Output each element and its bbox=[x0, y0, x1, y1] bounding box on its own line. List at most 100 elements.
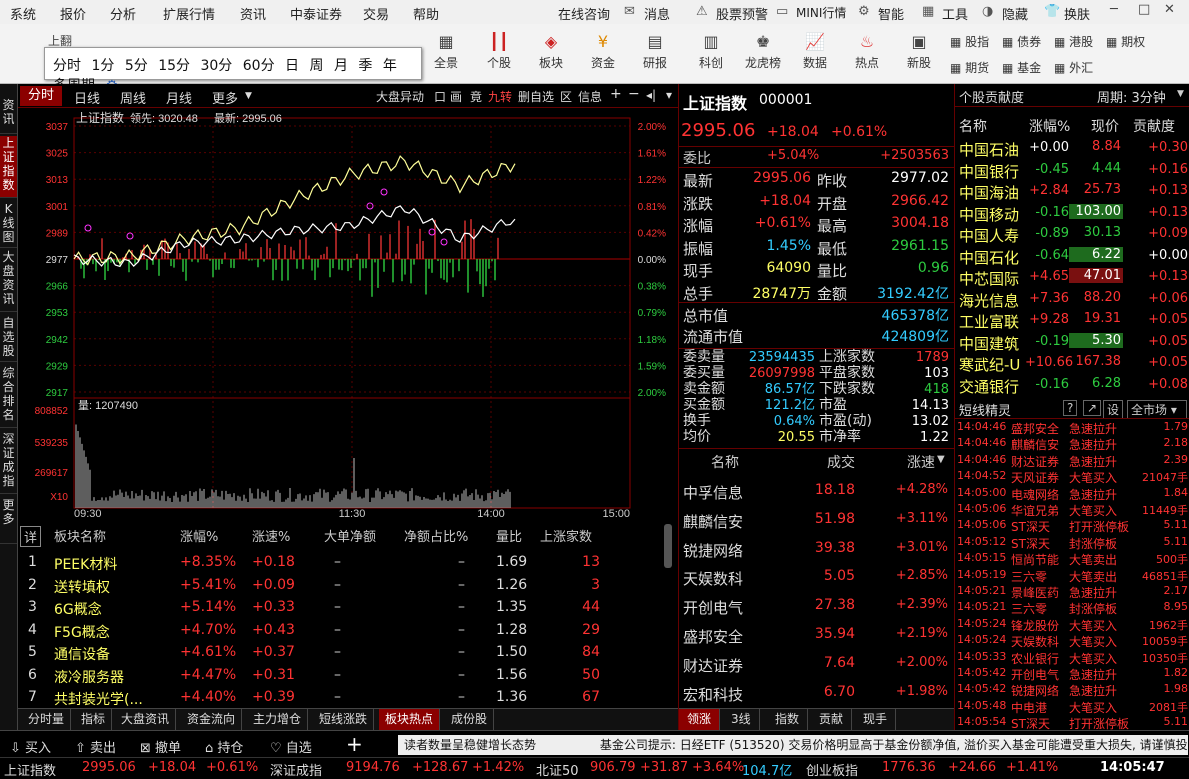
menu-system[interactable]: 系统 bbox=[10, 4, 36, 23]
period-quarter[interactable]: 季 bbox=[358, 58, 372, 74]
sector-row[interactable]: 5 通信设备 +4.61% +0.37 – – 1.50 84 bbox=[18, 642, 658, 664]
menu-stock-alert[interactable]: 股票预警 bbox=[716, 4, 768, 23]
menu-quote[interactable]: 报价 bbox=[60, 4, 86, 23]
bottom-tab-1[interactable]: 指标 bbox=[75, 709, 113, 730]
mover-row[interactable]: 锐捷网络 39.38 +3.01% bbox=[679, 540, 954, 566]
short-row[interactable]: 14:05:06 ST深天 打开涨停板 5.11 bbox=[955, 518, 1189, 534]
bottom-tab-5[interactable]: 短线涨跌 bbox=[313, 709, 375, 730]
contrib-row[interactable]: 中国建筑 -0.19 5.30 +0.05 bbox=[955, 332, 1189, 354]
status-cy-name[interactable]: 创业板指 bbox=[806, 760, 858, 779]
btn-info[interactable]: 信息 bbox=[578, 88, 602, 105]
menu-news[interactable]: 资讯 bbox=[240, 4, 266, 23]
quote-tab-4[interactable]: 现手 bbox=[855, 709, 897, 730]
popout-button[interactable]: ↗ bbox=[1083, 400, 1102, 416]
link-forex[interactable]: ▦ 外汇 bbox=[1054, 56, 1093, 80]
mover-row[interactable]: 开创电气 27.38 +2.39% bbox=[679, 597, 954, 623]
short-row[interactable]: 14:05:54 ST深天 打开涨停板 5.11 bbox=[955, 715, 1189, 731]
cancel-order-button[interactable]: ⊠ 撤单 bbox=[140, 737, 181, 756]
menu-broker[interactable]: 中泰证券 bbox=[290, 4, 342, 23]
short-row[interactable]: 14:05:00 电魂网络 急速拉升 1.84 bbox=[955, 486, 1189, 502]
plus-icon[interactable]: + bbox=[610, 86, 622, 102]
menu-message[interactable]: 消息 bbox=[644, 4, 670, 23]
nav-shanghai-index[interactable]: 上证指数 bbox=[0, 136, 17, 198]
toolbar-research[interactable]: ▤ 研报 bbox=[632, 32, 678, 71]
toolbar-data[interactable]: 📈 数据 bbox=[792, 32, 838, 71]
sell-button[interactable]: ⇧ 卖出 bbox=[75, 737, 116, 756]
mover-row[interactable]: 天娱数科 5.05 +2.85% bbox=[679, 568, 954, 594]
sector-row[interactable]: 6 液冷服务器 +4.47% +0.31 – – 1.56 50 bbox=[18, 665, 658, 687]
contrib-row[interactable]: 中国石化 -0.64 6.22 +0.00 bbox=[955, 246, 1189, 268]
contrib-row[interactable]: 工业富联 +9.28 19.31 +0.05 bbox=[955, 311, 1189, 332]
short-row[interactable]: 14:05:48 中电港 大笔买入 2081手 bbox=[955, 699, 1189, 715]
mover-row[interactable]: 中孚信息 18.18 +4.28% bbox=[679, 482, 954, 508]
period-dropdown-icon[interactable]: ▼ bbox=[1177, 89, 1184, 99]
mover-row[interactable]: 财达证券 7.64 +2.00% bbox=[679, 655, 954, 681]
contrib-row[interactable]: 中国人寿 -0.89 30.13 +0.09 bbox=[955, 225, 1189, 246]
status-sh-name[interactable]: 上证指数 bbox=[4, 760, 56, 779]
contrib-row[interactable]: 寒武纪-U +10.66 167.38 +0.05 bbox=[955, 354, 1189, 375]
toolbar-overview[interactable]: ▦ 全景 bbox=[423, 32, 469, 71]
link-options[interactable]: ▦ 期权 bbox=[1106, 30, 1145, 54]
add-button[interactable]: + bbox=[346, 732, 363, 756]
short-row[interactable]: 14:05:42 锐捷网络 急速拉升 1.98 bbox=[955, 682, 1189, 698]
short-row[interactable]: 14:04:46 盛邦安全 急速拉升 1.79 bbox=[955, 420, 1189, 436]
period-month[interactable]: 月 bbox=[334, 58, 348, 74]
short-row[interactable]: 14:05:24 锋龙股份 大笔买入 1962手 bbox=[955, 617, 1189, 633]
bottom-tab-4[interactable]: 主力增仓 bbox=[247, 709, 309, 730]
sector-header-3[interactable]: 涨速% bbox=[252, 526, 290, 545]
short-row[interactable]: 14:05:24 天娱数科 大笔买入 10059手 bbox=[955, 633, 1189, 649]
mover-row[interactable]: 麒麟信安 51.98 +3.11% bbox=[679, 511, 954, 537]
help-button[interactable]: ? bbox=[1063, 400, 1078, 416]
short-row[interactable]: 14:04:46 财达证券 急速拉升 2.39 bbox=[955, 453, 1189, 469]
sector-row[interactable]: 4 F5G概念 +4.70% +0.43 – – 1.28 29 bbox=[18, 620, 658, 642]
arrow-down-icon[interactable]: ▾ bbox=[666, 88, 672, 102]
tab-monthly[interactable]: 月线 bbox=[166, 88, 192, 107]
market-filter-select[interactable]: 全市场 ▾ bbox=[1127, 400, 1187, 419]
nav-market-news[interactable]: 大盘资讯 bbox=[0, 250, 17, 312]
period-week[interactable]: 周 bbox=[310, 58, 324, 74]
sector-header-1[interactable]: 板块名称 bbox=[54, 526, 106, 545]
sector-row[interactable]: 2 送转填权 +5.41% +0.09 – – 1.26 3 bbox=[18, 575, 658, 597]
intraday-chart[interactable]: 上证指数 领先: 3020.48 最新: 2995.06 3037 3025 301… bbox=[18, 108, 678, 520]
period-5min[interactable]: 5分 bbox=[125, 58, 148, 74]
sector-header-4[interactable]: 大单净额 bbox=[324, 526, 376, 545]
contrib-row[interactable]: 中国银行 -0.45 4.44 +0.16 bbox=[955, 161, 1189, 182]
period-30min[interactable]: 30分 bbox=[200, 58, 232, 74]
short-row[interactable]: 14:04:52 天风证券 大笔买入 21047手 bbox=[955, 469, 1189, 485]
menu-trade[interactable]: 交易 bbox=[363, 4, 389, 23]
watchlist-button[interactable]: ♡ 自选 bbox=[270, 737, 312, 756]
menu-ext-quote[interactable]: 扩展行情 bbox=[163, 4, 215, 23]
status-sz-name[interactable]: 深证成指 bbox=[270, 760, 322, 779]
btn-market-alert[interactable]: 大盘异动 bbox=[376, 88, 424, 105]
link-futures[interactable]: ▦ 期货 bbox=[950, 56, 989, 80]
quote-tab-3[interactable]: 贡献 bbox=[811, 709, 853, 730]
minus-icon[interactable]: − bbox=[628, 86, 640, 102]
short-row[interactable]: 14:05:06 华谊兄弟 大笔买入 11449手 bbox=[955, 502, 1189, 518]
sector-row[interactable]: 1 PEEK材料 +8.35% +0.18 – – 1.69 13 bbox=[18, 552, 658, 574]
bottom-tab-6[interactable]: 板块热点 bbox=[379, 709, 441, 730]
nav-ranking[interactable]: 综合排名 bbox=[0, 366, 17, 428]
btn-draw[interactable]: 画 bbox=[450, 88, 462, 105]
short-row[interactable]: 14:05:21 景峰医药 急速拉升 2.17 bbox=[955, 584, 1189, 600]
lock-icon[interactable]: ◂| bbox=[646, 88, 656, 102]
btn-del-watch[interactable]: 删自选 bbox=[518, 88, 554, 105]
quote-tab-1[interactable]: 3线 bbox=[723, 709, 760, 730]
period-day[interactable]: 日 bbox=[285, 58, 299, 74]
toolbar-hotspot[interactable]: ♨ 热点 bbox=[844, 32, 890, 71]
btn-box[interactable]: 口 bbox=[434, 88, 446, 105]
menu-hide[interactable]: 隐藏 bbox=[1002, 4, 1028, 23]
sector-header-5[interactable]: 净额占比% bbox=[404, 526, 468, 545]
news-ticker[interactable]: 读者数量呈稳健增长态势 基金公司提示: 日经ETF (513520) 交易价格明… bbox=[398, 735, 1188, 755]
period-60min[interactable]: 60分 bbox=[243, 58, 275, 74]
bottom-tab-2[interactable]: 大盘资讯 bbox=[115, 709, 177, 730]
tab-more[interactable]: 更多 bbox=[212, 88, 238, 107]
contrib-row[interactable]: 海光信息 +7.36 88.20 +0.06 bbox=[955, 290, 1189, 311]
contrib-row[interactable]: 中芯国际 +4.65 47.01 +0.13 bbox=[955, 268, 1189, 289]
quote-tab-0[interactable]: 领涨 bbox=[679, 709, 721, 730]
menu-smart[interactable]: 智能 bbox=[878, 4, 904, 23]
btn-range[interactable]: 区 bbox=[560, 88, 572, 105]
contrib-row[interactable]: 交通银行 -0.16 6.28 +0.08 bbox=[955, 376, 1189, 397]
period-15min[interactable]: 15分 bbox=[158, 58, 190, 74]
buy-button[interactable]: ⇩ 买入 bbox=[10, 737, 51, 756]
menu-mini-quote[interactable]: MINI行情 bbox=[796, 4, 846, 21]
